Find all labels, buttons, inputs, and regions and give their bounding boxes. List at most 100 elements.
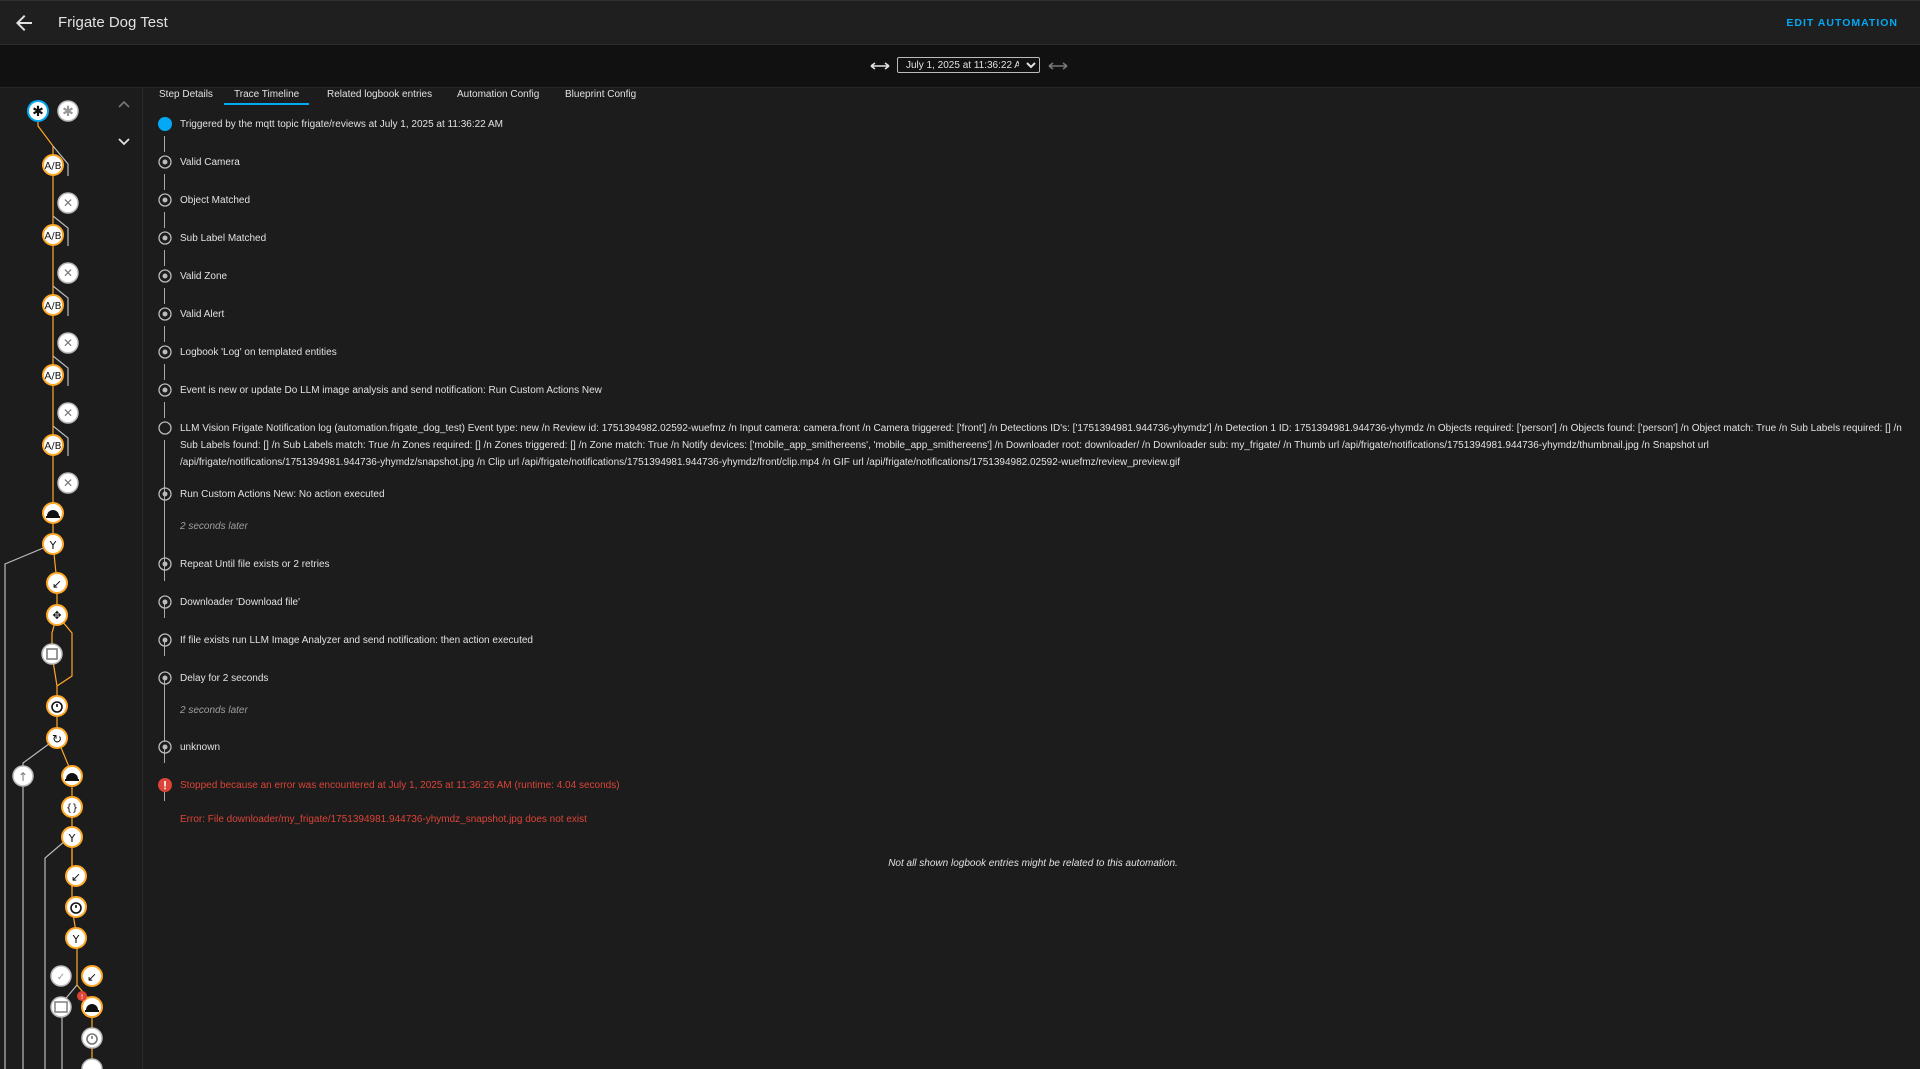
svg-text:↙: ↙ xyxy=(87,970,97,984)
timeline-entry: Sub Label Matched xyxy=(180,233,267,244)
trace-timeline: Triggered by the mqtt topic frigate/revi… xyxy=(146,105,1920,1069)
repeat-node-icon[interactable]: ↻ xyxy=(46,727,68,749)
condition-failed-node-icon[interactable]: ✕ xyxy=(57,192,79,214)
stop-node-icon[interactable] xyxy=(41,643,63,665)
check-node-icon[interactable]: ✓ xyxy=(50,965,72,987)
timeline-entry: Run Custom Actions New: No action execut… xyxy=(180,489,385,500)
previous-trace-icon[interactable] xyxy=(869,58,891,74)
timeline-entry: Logbook 'Log' on templated entities xyxy=(180,347,337,358)
condition-failed-node-icon[interactable]: ✕ xyxy=(57,472,79,494)
step-dot-icon xyxy=(158,269,172,283)
step-dot-icon xyxy=(158,193,172,207)
timeline-entry: Valid Camera xyxy=(180,157,240,168)
svg-text:✕: ✕ xyxy=(63,336,73,350)
notification-node-icon[interactable] xyxy=(50,996,72,1018)
timeline-entry: Delay for 2 seconds xyxy=(180,673,269,684)
condition-failed-node-icon[interactable]: ✕ xyxy=(57,402,79,424)
edit-automation-button[interactable]: EDIT AUTOMATION xyxy=(1786,17,1898,29)
svg-text:A/B: A/B xyxy=(44,371,61,382)
timeline-entry: Object Matched xyxy=(180,195,251,206)
svg-text:✕: ✕ xyxy=(63,476,73,490)
tab-trace-timeline[interactable]: Trace Timeline xyxy=(224,88,310,105)
delay-node-icon[interactable] xyxy=(46,695,68,717)
back-arrow-icon[interactable] xyxy=(12,11,36,35)
step-dot-icon xyxy=(158,671,172,685)
step-dot-icon xyxy=(158,231,172,245)
svg-text:↑: ↑ xyxy=(18,770,28,784)
svg-text:A/B: A/B xyxy=(44,231,61,242)
error-service-node-icon[interactable]: ! xyxy=(77,991,103,1018)
service-node-icon[interactable] xyxy=(61,765,83,787)
tab-blueprint-config[interactable]: Blueprint Config xyxy=(565,88,636,105)
timeline-connector xyxy=(164,250,165,266)
step-dot-icon xyxy=(158,633,172,647)
svg-text:✱: ✱ xyxy=(32,104,44,120)
timeline-entry: unknown xyxy=(180,742,221,753)
timeline-connector xyxy=(164,136,165,152)
trace-selector-bar: July 1, 2025 at 11:36:22 AM xyxy=(0,45,1920,88)
timeline-entry: If file exists run LLM Image Analyzer an… xyxy=(180,635,533,646)
delay-node-icon[interactable] xyxy=(81,1027,103,1049)
step-dot-icon xyxy=(158,557,172,571)
svg-text:✱: ✱ xyxy=(62,104,74,120)
svg-text:{}: {} xyxy=(66,803,78,814)
choose-node-icon[interactable]: Y xyxy=(61,826,83,848)
sequence-node-icon[interactable]: ↙ xyxy=(65,865,87,887)
svg-text:✕: ✕ xyxy=(63,406,73,420)
condition-failed-node-icon[interactable]: ✕ xyxy=(57,262,79,284)
timeline-connector xyxy=(164,402,165,418)
timeline-connector xyxy=(164,288,165,304)
tab-step-details[interactable]: Step Details xyxy=(159,88,213,105)
svg-text:A/B: A/B xyxy=(44,441,61,452)
sequence-node-icon[interactable]: ↙ xyxy=(81,965,103,987)
svg-text:✕: ✕ xyxy=(63,266,73,280)
condition-failed-node-icon[interactable]: ✕ xyxy=(57,332,79,354)
step-dot-icon xyxy=(158,307,172,321)
timeline-error-text: Error: File downloader/my_frigate/175139… xyxy=(180,814,587,825)
svg-text:Y: Y xyxy=(49,539,57,552)
svg-text:✕: ✕ xyxy=(63,196,73,210)
parallel-node-icon[interactable]: ✥ xyxy=(46,604,68,626)
timeline-log-entry: LLM Vision Frigate Notification log (aut… xyxy=(180,423,1902,468)
next-trace-icon[interactable] xyxy=(1047,58,1069,74)
condition-node-icon[interactable]: A/B xyxy=(42,154,64,176)
svg-text:✥: ✥ xyxy=(52,609,61,622)
timeline-connector xyxy=(164,326,165,342)
service-node-icon[interactable] xyxy=(42,502,64,524)
trigger-dot-icon xyxy=(158,117,172,131)
condition-node-icon[interactable]: A/B xyxy=(42,434,64,456)
error-alert-icon xyxy=(158,778,172,792)
logbook-disclaimer: Not all shown logbook entries might be r… xyxy=(888,858,1178,869)
sequence-node-icon[interactable]: ↙ xyxy=(46,572,68,594)
condition-node-icon[interactable]: A/B xyxy=(42,294,64,316)
step-dot-icon xyxy=(158,740,172,754)
timeline-entry: Repeat Until file exists or 2 retries xyxy=(180,559,330,570)
top-app-bar: Frigate Dog Test EDIT AUTOMATION xyxy=(0,0,1920,45)
svg-text:✓: ✓ xyxy=(57,972,65,983)
node-icon[interactable] xyxy=(81,1058,103,1069)
svg-text:↻: ↻ xyxy=(52,732,62,746)
svg-text:Y: Y xyxy=(72,933,80,946)
svg-text:!: ! xyxy=(81,993,84,1001)
trace-run-select[interactable]: July 1, 2025 at 11:36:22 AM xyxy=(897,57,1040,73)
step-dot-icon xyxy=(158,345,172,359)
chevron-up-icon[interactable] xyxy=(118,100,130,108)
svg-text:↙: ↙ xyxy=(71,870,81,884)
variables-node-icon[interactable]: {} xyxy=(61,796,83,818)
trigger-node-icon[interactable]: ✱ xyxy=(57,100,79,122)
timeline-entry: Valid Alert xyxy=(180,309,225,320)
chevron-down-icon[interactable] xyxy=(118,138,130,146)
tab-related-logbook-entries[interactable]: Related logbook entries xyxy=(327,88,432,105)
delay-node-icon[interactable] xyxy=(65,896,87,918)
condition-node-icon[interactable]: A/B xyxy=(42,364,64,386)
choose-node-icon[interactable]: Y xyxy=(42,533,64,555)
condition-node-icon[interactable]: A/B xyxy=(42,224,64,246)
timeline-connector xyxy=(164,364,165,380)
timeline-connector xyxy=(164,174,165,190)
upload-node-icon[interactable]: ↑ xyxy=(12,765,34,787)
trigger-node-icon[interactable]: ✱ xyxy=(27,100,49,122)
tab-automation-config[interactable]: Automation Config xyxy=(457,88,539,105)
choose-node-icon[interactable]: Y xyxy=(65,927,87,949)
page-title: Frigate Dog Test xyxy=(58,14,168,31)
step-dot-icon xyxy=(158,155,172,169)
